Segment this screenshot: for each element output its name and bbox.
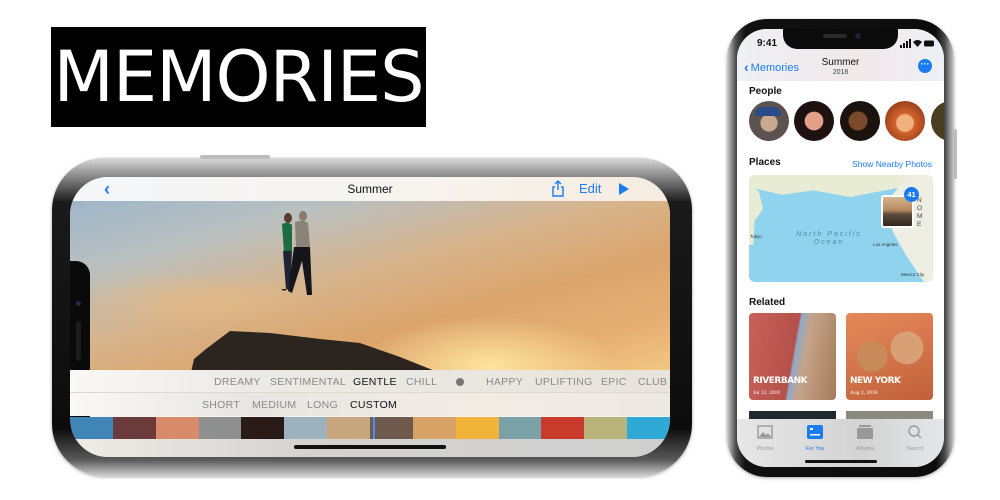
length-custom[interactable]: CUSTOM — [350, 399, 397, 411]
mood-chill[interactable]: CHILL — [406, 376, 437, 388]
scrubber-thumbnail[interactable] — [198, 417, 242, 439]
battery-icon — [924, 40, 934, 47]
photo-count-badge: 41 — [904, 187, 919, 202]
tab-search[interactable]: Search — [895, 425, 935, 452]
map-label-mexico-city: Mexico City — [901, 272, 925, 277]
people-heading: People — [749, 86, 782, 97]
mood-gentle[interactable]: GENTLE — [353, 376, 397, 388]
mood-dreamy[interactable]: DREAMY — [214, 376, 261, 388]
scrubber-thumbnail[interactable] — [70, 417, 113, 439]
avatar[interactable] — [931, 101, 944, 141]
scrubber-thumbnail[interactable] — [284, 417, 328, 439]
card-date: Aug 2, 2018 — [850, 390, 878, 396]
scrubber-thumbnail[interactable] — [112, 417, 156, 439]
scrubber-thumbnail[interactable] — [541, 417, 585, 439]
memory-title: Summer — [821, 57, 860, 68]
scrubber-thumbnail[interactable] — [498, 417, 542, 439]
mood-sentimental[interactable]: SENTIMENTAL — [270, 376, 346, 388]
memory-nav-bar: ‹ Summer Edit — [70, 177, 670, 201]
mood-indicator-dot — [456, 378, 464, 386]
search-icon — [908, 425, 922, 439]
card-title: NEW YORK — [850, 376, 901, 386]
scrubber-thumbnail[interactable] — [627, 417, 670, 439]
tab-albums[interactable]: Albums — [845, 425, 885, 452]
mood-uplifting[interactable]: UPLIFTING — [535, 376, 593, 388]
length-selector: SHORT MEDIUM LONG CUSTOM — [70, 393, 670, 416]
play-icon[interactable] — [619, 183, 629, 195]
related-memory-card[interactable]: RIVERBANK Jul 12, 2018 — [749, 313, 836, 400]
front-camera — [855, 33, 861, 39]
card-date: Jul 12, 2018 — [753, 390, 781, 396]
related-memory-card[interactable]: NEW YORK Aug 2, 2018 — [846, 313, 933, 400]
landscape-phone-screen: ‹ Summer Edit DREAMY SENTIMENTAL GENTLE … — [70, 177, 670, 457]
length-long[interactable]: LONG — [307, 399, 338, 411]
banner-title: MEMORIES — [53, 36, 424, 118]
scrubber-thumbnail[interactable] — [155, 417, 199, 439]
memory-key-photo[interactable] — [70, 201, 670, 431]
home-indicator[interactable] — [805, 460, 877, 463]
photo-scrubber-strip[interactable] — [70, 417, 670, 439]
scrubber-thumbnail[interactable] — [584, 417, 628, 439]
mood-club[interactable]: CLUB — [638, 376, 667, 388]
scrubber-thumbnail[interactable] — [412, 417, 456, 439]
tab-for-you[interactable]: For You — [795, 425, 835, 452]
tab-photos[interactable]: Photos — [745, 425, 785, 452]
home-indicator[interactable] — [294, 445, 446, 449]
scrubber-thumbnail[interactable] — [327, 417, 371, 439]
front-camera — [76, 301, 81, 306]
length-short[interactable]: SHORT — [202, 399, 240, 411]
earpiece — [76, 321, 81, 361]
photos-icon — [757, 425, 773, 439]
show-nearby-photos-link[interactable]: Show Nearby Photos — [852, 159, 932, 169]
related-heading: Related — [749, 297, 786, 308]
avatar[interactable] — [749, 101, 789, 141]
mood-epic[interactable]: EPIC — [601, 376, 627, 388]
rock-silhouette — [190, 331, 458, 377]
scrubber-playhead[interactable] — [373, 417, 375, 439]
places-heading: Places — [749, 157, 781, 168]
mood-happy[interactable]: HAPPY — [486, 376, 523, 388]
map-ocean-label: North Pacific Ocean — [796, 231, 862, 246]
status-time: 9:41 — [757, 38, 778, 49]
map-label-los-angeles: Los Angeles — [873, 242, 898, 247]
for-you-icon — [807, 425, 823, 439]
avatar[interactable] — [840, 101, 880, 141]
status-and-nav-bar: 9:41 ‹ Memories Summer 2018 ··· — [737, 29, 944, 81]
memory-year: 2018 — [832, 69, 849, 76]
phone-side-button — [953, 129, 957, 179]
avatar[interactable] — [794, 101, 834, 141]
memories-banner: MEMORIES — [51, 27, 426, 127]
cellular-signal-icon — [900, 39, 911, 48]
edit-button[interactable]: Edit — [579, 181, 601, 196]
hikers-silhouette — [281, 211, 312, 295]
card-title: RIVERBANK — [753, 376, 808, 386]
length-medium[interactable]: MEDIUM — [252, 399, 296, 411]
portrait-phone-screen: 9:41 ‹ Memories Summer 2018 ··· People Pl… — [737, 29, 944, 467]
scrubber-thumbnail[interactable] — [455, 417, 499, 439]
places-map[interactable]: North Pacific Ocean Tokyo Los Angeles Me… — [749, 175, 933, 282]
scrubber-thumbnail[interactable] — [241, 417, 285, 439]
albums-icon — [857, 425, 873, 439]
map-label-north-america: N O M E — [917, 197, 925, 228]
wifi-icon — [913, 40, 922, 47]
notch — [783, 29, 898, 49]
status-icons — [900, 39, 934, 48]
avatar[interactable] — [885, 101, 925, 141]
speaker — [823, 34, 847, 38]
cap — [755, 107, 781, 116]
ellipsis-icon[interactable]: ··· — [918, 59, 932, 73]
map-label-tokyo: Tokyo — [750, 234, 762, 239]
scrubber-thumbnail[interactable] — [370, 417, 413, 439]
phone-side-button — [200, 155, 270, 159]
share-icon[interactable] — [550, 180, 566, 197]
mood-selector: DREAMY SENTIMENTAL GENTLE CHILL HAPPY UP… — [70, 370, 670, 393]
